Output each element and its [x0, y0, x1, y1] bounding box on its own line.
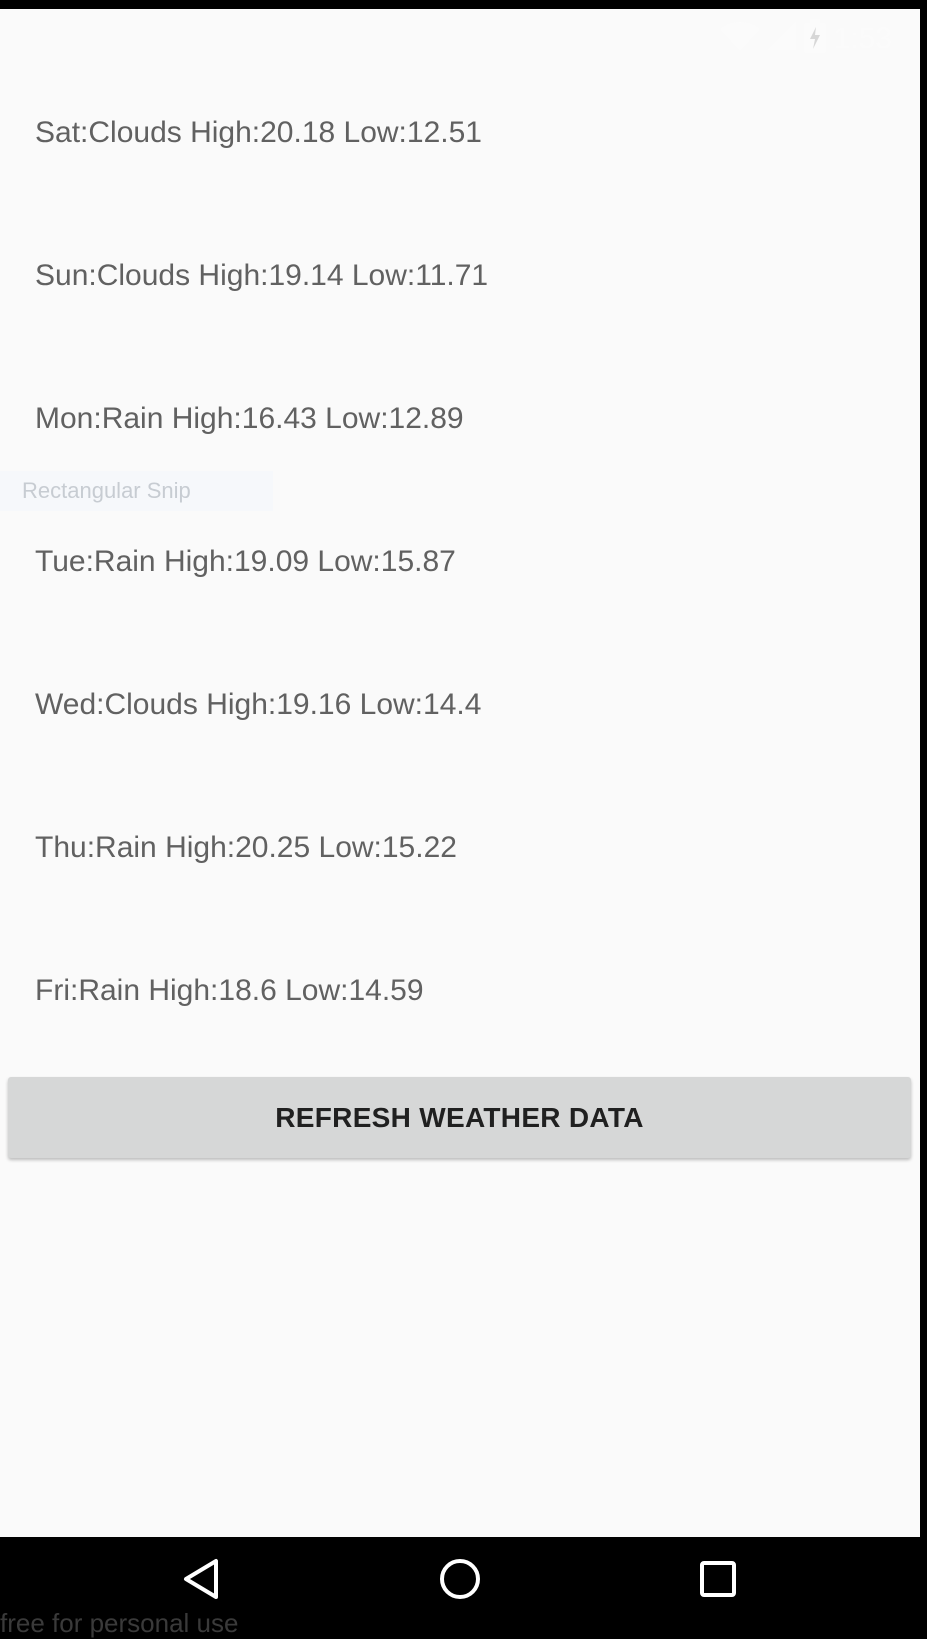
forecast-row-mon: Mon:Rain High:16.43 Low:12.89 [35, 402, 464, 435]
forecast-row-tue: Tue:Rain High:19.09 Low:15.87 [35, 545, 456, 578]
refresh-weather-button[interactable]: REFRESH WEATHER DATA [8, 1077, 911, 1158]
recents-icon [698, 1559, 738, 1604]
status-time: 1:53 [833, 21, 892, 55]
home-button[interactable] [430, 1551, 490, 1611]
forecast-row-sat: Sat:Clouds High:20.18 Low:12.51 [35, 116, 482, 149]
forecast-row-fri: Fri:Rain High:18.6 Low:14.59 [35, 974, 424, 1007]
back-icon [181, 1557, 221, 1606]
status-icons: 1:53 [719, 19, 892, 58]
recents-button[interactable] [688, 1551, 748, 1611]
wifi-icon [719, 21, 760, 56]
watermark-text: free for personal use [0, 1608, 239, 1638]
home-icon [438, 1557, 482, 1606]
forecast-row-wed: Wed:Clouds High:19.16 Low:14.4 [35, 688, 482, 721]
app-content: 1:53 Sat:Clouds High:20.18 Low:12.51 Sun… [0, 9, 920, 1537]
back-button[interactable] [171, 1551, 231, 1611]
rectangular-snip-tooltip: Rectangular Snip [0, 471, 273, 511]
forecast-row-sun: Sun:Clouds High:19.14 Low:11.71 [35, 259, 489, 292]
cell-signal-icon [767, 22, 796, 55]
forecast-row-thu: Thu:Rain High:20.25 Low:15.22 [35, 831, 457, 864]
phone-screen: 1:53 Sat:Clouds High:20.18 Low:12.51 Sun… [0, 0, 927, 1638]
battery-charging-icon [803, 19, 826, 58]
status-bar: 1:53 [0, 9, 920, 64]
